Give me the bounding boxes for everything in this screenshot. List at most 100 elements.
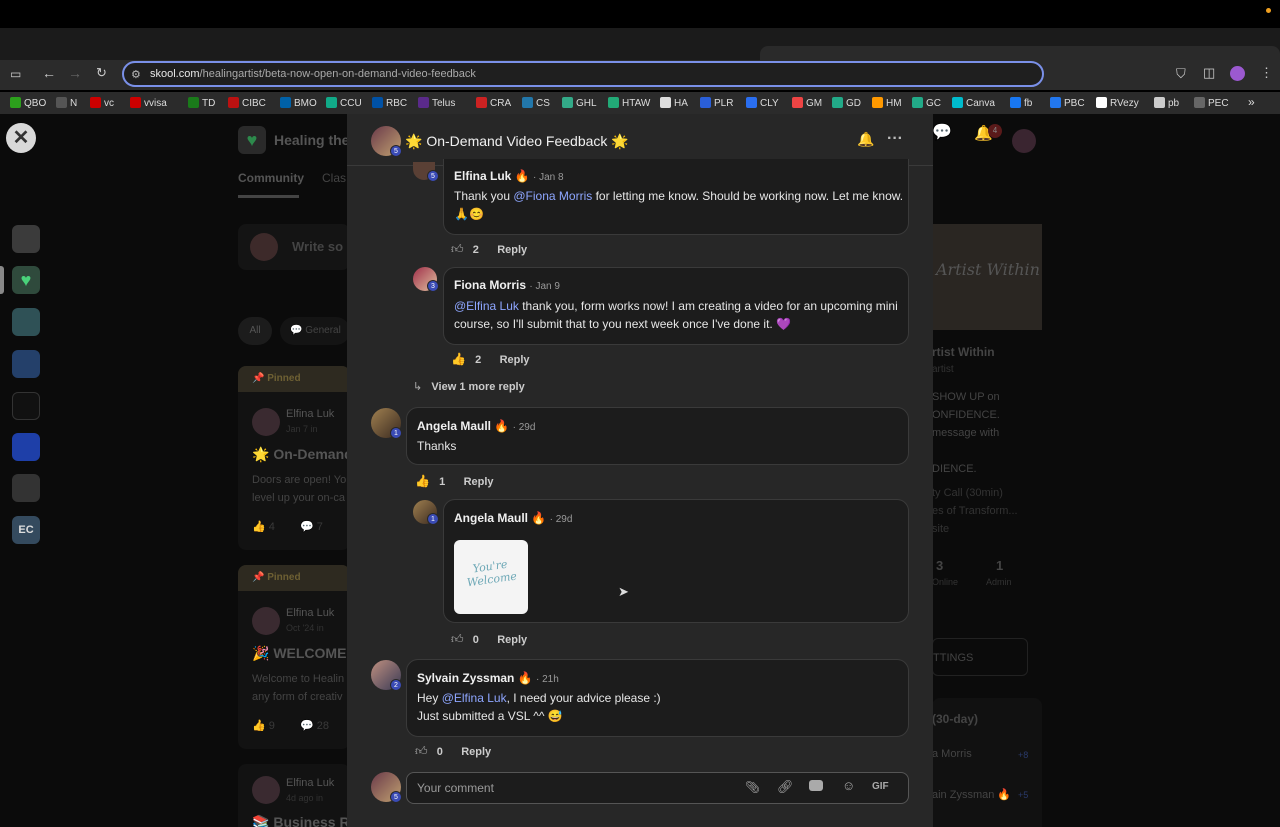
bell-icon[interactable]: 🔔: [857, 131, 874, 148]
bookmark-icon: [476, 97, 487, 108]
mention-link[interactable]: @Elfina Luk: [442, 691, 507, 705]
chat-icon[interactable]: 💬: [932, 122, 952, 142]
bookmark-item[interactable]: RBC: [372, 97, 407, 109]
bookmark-item[interactable]: CRA: [476, 97, 511, 109]
profile-avatar[interactable]: [1230, 66, 1245, 81]
bookmark-item[interactable]: CCU: [326, 97, 362, 109]
back-icon[interactable]: ←: [42, 65, 56, 81]
bookmark-item[interactable]: RVezy: [1096, 97, 1139, 109]
group-cover-image: Artist Within: [932, 224, 1042, 330]
bookmark-item[interactable]: HA: [660, 97, 688, 109]
reply-button[interactable]: Reply: [500, 354, 530, 366]
group-icon-6[interactable]: [12, 433, 40, 461]
post-body: Welcome to Healin: [252, 673, 345, 685]
like-icon[interactable]: 👍︎: [451, 632, 464, 647]
group-logo[interactable]: ♥: [238, 126, 266, 154]
gif-button[interactable]: GIF: [872, 781, 889, 792]
comment-actions: 👍︎ 0 Reply: [451, 632, 527, 647]
group-icon-ec[interactable]: EC: [12, 516, 40, 544]
like-icon[interactable]: 👍︎: [415, 744, 428, 759]
reply-button[interactable]: Reply: [497, 244, 527, 256]
bookmark-item[interactable]: QBO: [10, 97, 46, 109]
bookmark-item[interactable]: PEC: [1194, 97, 1229, 109]
bookmark-item[interactable]: vc: [90, 97, 114, 109]
mention-link[interactable]: @Fiona Morris: [513, 189, 592, 203]
link-icon[interactable]: 🔗︎: [777, 779, 794, 795]
bookmark-label: fb: [1024, 98, 1033, 109]
heart-group-icon[interactable]: ♥: [12, 266, 40, 294]
bookmark-label: GC: [926, 98, 941, 109]
bookmark-item[interactable]: PLR: [700, 97, 733, 109]
bookmark-item[interactable]: pb: [1154, 97, 1179, 109]
post-card[interactable]: 📌 Pinned Elfina Luk Jan 7 in 🌟 On-Demand…: [238, 366, 353, 550]
bookmark-item[interactable]: GC: [912, 97, 941, 109]
bookmark-item[interactable]: HM: [872, 97, 902, 109]
bookmark-label: QBO: [24, 98, 47, 109]
comment-input[interactable]: Your comment 📎︎ 🔗︎ ☺ GIF: [406, 772, 909, 804]
tab-community[interactable]: Community: [238, 171, 304, 185]
more-options-icon[interactable]: ···: [887, 130, 903, 148]
post-title: 🌟 On-Demand: [252, 446, 353, 462]
comment-actions: 👍 1 Reply: [415, 474, 494, 488]
forward-icon[interactable]: →: [68, 65, 82, 81]
avatar: [252, 776, 280, 804]
bookmark-item[interactable]: N: [56, 97, 77, 109]
bookmark-item[interactable]: GD: [832, 97, 861, 109]
bookmark-item[interactable]: HTAW: [608, 97, 650, 109]
bookmark-item[interactable]: TD: [188, 97, 215, 109]
group-icon-4[interactable]: [12, 350, 40, 378]
browser-menu-icon[interactable]: ⋮: [1260, 65, 1273, 81]
youtube-icon[interactable]: [809, 780, 823, 791]
comment-text: Thanks: [417, 439, 457, 453]
liked-icon[interactable]: 👍: [415, 474, 430, 488]
sticker-image[interactable]: You're Welcome: [454, 540, 528, 614]
bookmark-item[interactable]: GM: [792, 97, 822, 109]
bookmark-item[interactable]: vvisa: [130, 97, 167, 109]
active-group-indicator: [0, 266, 4, 294]
address-bar[interactable]: ⚙ skool.com/healingartist/beta-now-open-…: [122, 61, 1044, 87]
post-card[interactable]: 📌 Pinned Elfina Luk Oct '24 in 🎉 WELCOME…: [238, 565, 351, 749]
group-icon-1[interactable]: [12, 225, 40, 253]
bookmark-item[interactable]: BMO: [280, 97, 317, 109]
write-placeholder: Write so: [292, 239, 344, 254]
filter-all[interactable]: All: [238, 317, 272, 345]
like-icon[interactable]: 👍︎: [451, 242, 464, 257]
reply-button[interactable]: Reply: [464, 476, 494, 488]
bookmark-item[interactable]: Canva: [952, 97, 995, 109]
site-info-icon[interactable]: ⚙: [131, 68, 141, 81]
reload-icon[interactable]: ↻: [96, 65, 107, 81]
group-icon-3[interactable]: [12, 308, 40, 336]
tab-classroom[interactable]: Clas: [322, 171, 346, 185]
bookmark-item[interactable]: CLY: [746, 97, 779, 109]
bookmark-icon: [912, 97, 923, 108]
sidebar-toggle-icon[interactable]: ▭: [10, 67, 21, 81]
reply-button[interactable]: Reply: [497, 634, 527, 646]
bookmark-item[interactable]: Telus: [418, 97, 455, 109]
attach-icon[interactable]: 📎︎: [745, 780, 760, 794]
filter-general[interactable]: 💬 General: [280, 317, 350, 345]
bookmark-item[interactable]: fb: [1010, 97, 1032, 109]
user-avatar[interactable]: [1012, 129, 1036, 153]
view-more-replies[interactable]: ↳ View 1 more reply: [413, 380, 525, 393]
bookmarks-overflow-icon[interactable]: »: [1248, 95, 1255, 109]
comment-actions: 👍︎ 0 Reply: [415, 744, 491, 759]
bookmark-item[interactable]: GHL: [562, 97, 597, 109]
write-post-box[interactable]: Write so: [238, 224, 350, 270]
group-icon-5[interactable]: [12, 392, 40, 420]
split-view-icon[interactable]: ◫: [1203, 65, 1215, 81]
close-modal-button[interactable]: ✕: [6, 123, 36, 153]
mention-link[interactable]: @Elfina Luk: [454, 299, 519, 313]
group-icon-7[interactable]: [12, 474, 40, 502]
reply-button[interactable]: Reply: [461, 746, 491, 758]
comment-bubble: Angela Maull 🔥 · 29d You're Welcome: [443, 499, 909, 623]
emoji-icon[interactable]: ☺: [842, 778, 855, 793]
settings-button[interactable]: TTINGS: [932, 638, 1028, 676]
liked-icon[interactable]: 👍: [451, 352, 466, 366]
shield-extension-icon[interactable]: ⛉: [1176, 66, 1186, 82]
level-badge: 5: [427, 170, 439, 182]
bookmark-icon: [188, 97, 199, 108]
post-card[interactable]: Elfina Luk 4d ago in 📚 Business Re: [238, 764, 357, 827]
bookmark-item[interactable]: CS: [522, 97, 550, 109]
bookmark-item[interactable]: PBC: [1050, 97, 1085, 109]
bookmark-item[interactable]: CIBC: [228, 97, 266, 109]
